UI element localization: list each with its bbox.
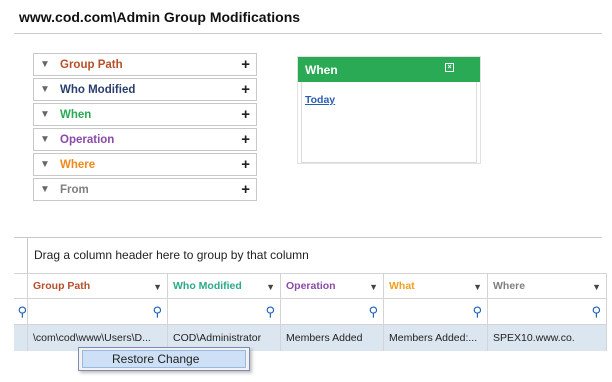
funnel-icon: ▼: [40, 59, 50, 70]
add-filter-icon[interactable]: +: [241, 181, 250, 198]
filter-list: ▼ Group Path + ▼ Who Modified + ▼ When +…: [33, 53, 257, 203]
filter-label: Who Modified: [60, 83, 136, 96]
funnel-icon[interactable]: ▼: [266, 282, 275, 292]
funnel-icon[interactable]: ▼: [473, 282, 482, 292]
group-by-hint: Drag a column header here to group by th…: [34, 248, 309, 262]
today-link[interactable]: Today: [305, 94, 335, 106]
search-icon[interactable]: ⚲: [265, 304, 275, 320]
grid-left-border: [27, 237, 28, 273]
grid-filter-row: ⚲ ⚲ ⚲ ⚲ ⚲ ⚲: [14, 299, 607, 325]
close-icon[interactable]: ×: [445, 63, 454, 72]
add-filter-icon[interactable]: +: [241, 81, 250, 98]
filter-group-path[interactable]: ▼ Group Path +: [33, 53, 257, 76]
funnel-icon[interactable]: ▼: [592, 282, 601, 292]
column-header-who-modified[interactable]: Who Modified ▼: [168, 273, 281, 299]
when-panel-header: When ×: [298, 57, 480, 82]
when-panel: When × Today: [297, 56, 481, 164]
search-icon[interactable]: ⚲: [152, 304, 162, 320]
filter-cell-what[interactable]: ⚲: [384, 299, 488, 325]
funnel-icon: ▼: [40, 109, 50, 120]
filter-label: Operation: [60, 133, 115, 146]
filter-label: When: [60, 108, 92, 121]
funnel-icon: ▼: [40, 134, 50, 145]
search-icon[interactable]: ⚲: [591, 304, 601, 320]
restore-change-menu-item[interactable]: Restore Change: [82, 350, 246, 368]
data-grid: Group Path ▼ Who Modified ▼ Operation ▼ Wha…: [14, 273, 607, 351]
filter-cell-who-modified[interactable]: ⚲: [168, 299, 281, 325]
column-label: Group Path: [33, 280, 91, 292]
search-icon[interactable]: ⚲: [472, 304, 482, 320]
cell-where[interactable]: SPEX10.www.co.: [488, 325, 607, 351]
context-menu: Restore Change: [78, 347, 250, 371]
filter-row-indicator: ⚲: [14, 299, 28, 325]
funnel-icon: ▼: [40, 159, 50, 170]
add-filter-icon[interactable]: +: [241, 131, 250, 148]
column-label: Where: [493, 280, 526, 292]
filter-operation[interactable]: ▼ Operation +: [33, 128, 257, 151]
cell-what[interactable]: Members Added:...: [384, 325, 488, 351]
filter-cell-operation[interactable]: ⚲: [281, 299, 384, 325]
column-header-where[interactable]: Where ▼: [488, 273, 607, 299]
column-label: Who Modified: [173, 280, 242, 292]
when-panel-title: When: [305, 62, 338, 77]
cell-operation[interactable]: Members Added: [281, 325, 384, 351]
when-panel-body: Today: [301, 82, 477, 163]
add-filter-icon[interactable]: +: [241, 156, 250, 173]
search-icon: ⚲: [17, 303, 27, 319]
search-icon[interactable]: ⚲: [368, 304, 378, 320]
funnel-icon[interactable]: ▼: [153, 282, 162, 292]
filter-label: Where: [60, 158, 96, 171]
funnel-icon: ▼: [40, 184, 50, 195]
row-indicator: [14, 325, 28, 351]
page-title: www.cod.com\Admin Group Modifications: [19, 9, 301, 25]
grid-header-row: Group Path ▼ Who Modified ▼ Operation ▼ Wha…: [14, 273, 607, 299]
add-filter-icon[interactable]: +: [241, 56, 250, 73]
filter-cell-group-path[interactable]: ⚲: [28, 299, 168, 325]
filter-cell-where[interactable]: ⚲: [488, 299, 607, 325]
filter-when[interactable]: ▼ When +: [33, 103, 257, 126]
row-indicator-header: [14, 273, 28, 299]
filter-who-modified[interactable]: ▼ Who Modified +: [33, 78, 257, 101]
column-header-what[interactable]: What ▼: [384, 273, 488, 299]
column-header-operation[interactable]: Operation ▼: [281, 273, 384, 299]
funnel-icon: ▼: [40, 84, 50, 95]
column-label: What: [389, 280, 415, 292]
column-header-group-path[interactable]: Group Path ▼: [28, 273, 168, 299]
title-divider: [14, 33, 602, 34]
funnel-icon[interactable]: ▼: [369, 282, 378, 292]
add-filter-icon[interactable]: +: [241, 106, 250, 123]
filter-label: Group Path: [60, 58, 123, 71]
filter-label: From: [60, 183, 89, 196]
grid-divider: [14, 237, 602, 238]
filter-from[interactable]: ▼ From +: [33, 178, 257, 201]
column-label: Operation: [286, 280, 336, 292]
filter-where[interactable]: ▼ Where +: [33, 153, 257, 176]
